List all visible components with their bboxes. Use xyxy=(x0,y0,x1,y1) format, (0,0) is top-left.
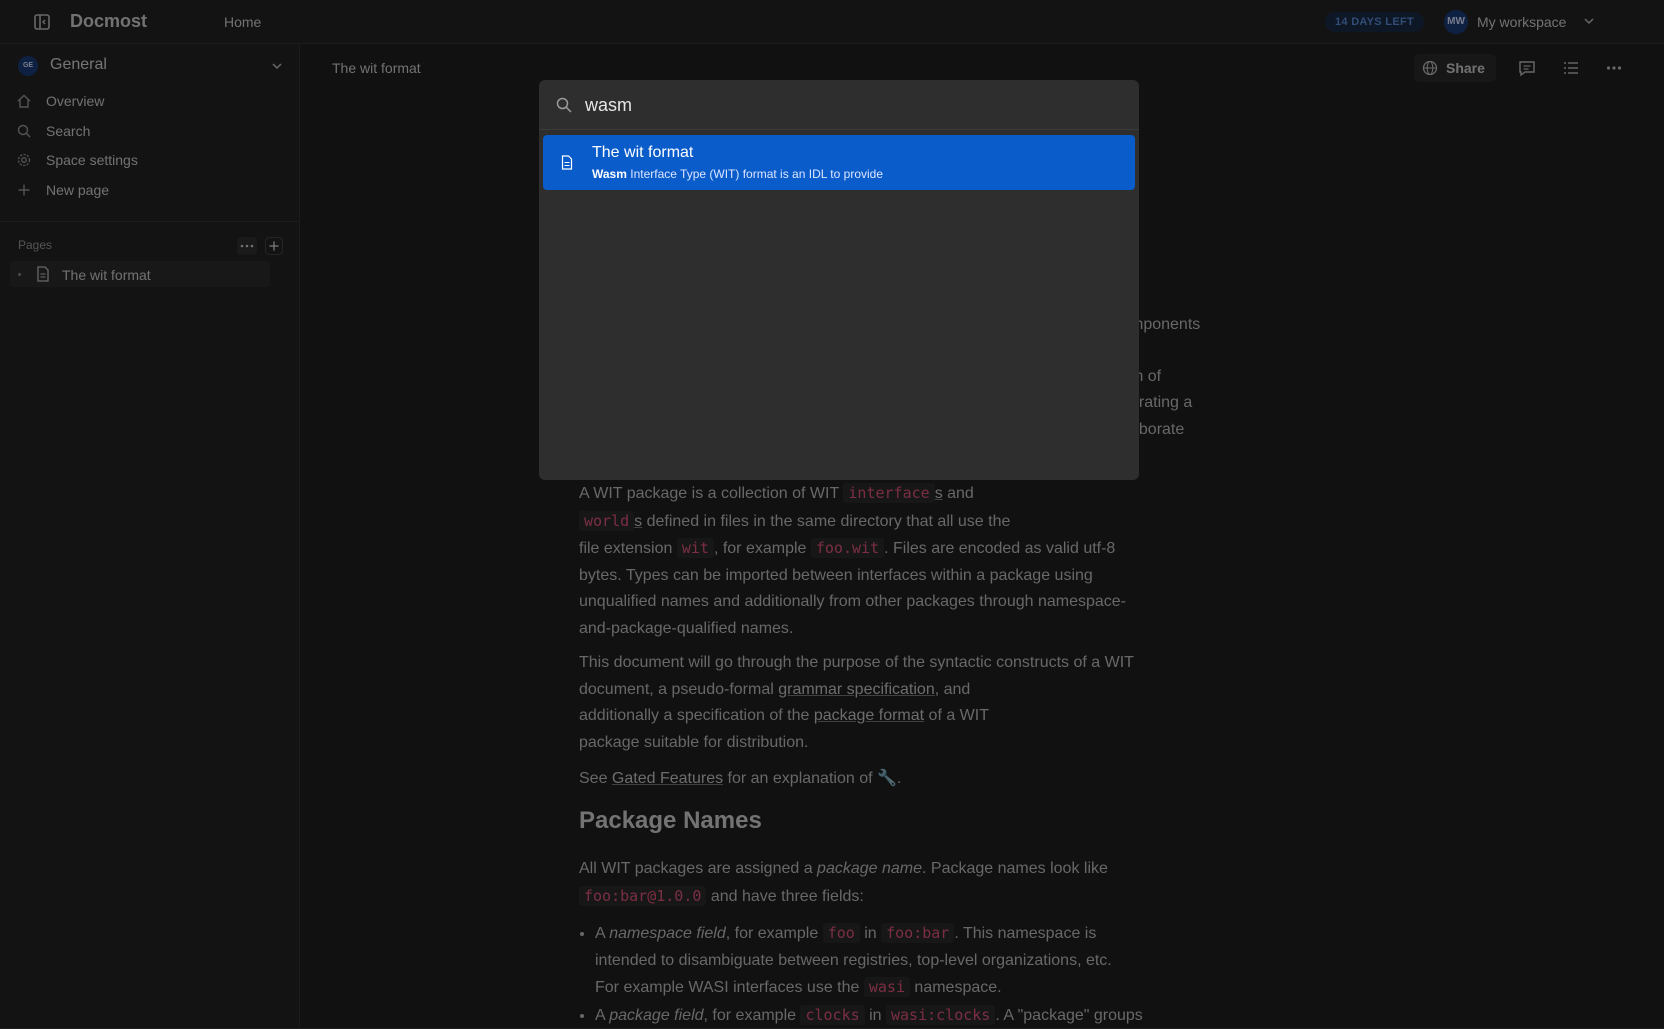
search-modal: The wit format Wasm Interface Type (WIT)… xyxy=(539,80,1139,480)
search-result-snippet-text: Interface Type (WIT) format is an IDL to… xyxy=(627,167,883,181)
search-input[interactable] xyxy=(585,92,1115,118)
search-result-title: The wit format xyxy=(592,144,693,162)
file-text-icon xyxy=(561,155,573,170)
search-result-item[interactable]: The wit format Wasm Interface Type (WIT)… xyxy=(543,135,1135,190)
search-result-highlight: Wasm xyxy=(592,167,627,181)
search-result-snippet: Wasm Interface Type (WIT) format is an I… xyxy=(592,167,883,181)
search-icon xyxy=(555,96,573,114)
search-bar xyxy=(539,80,1139,130)
